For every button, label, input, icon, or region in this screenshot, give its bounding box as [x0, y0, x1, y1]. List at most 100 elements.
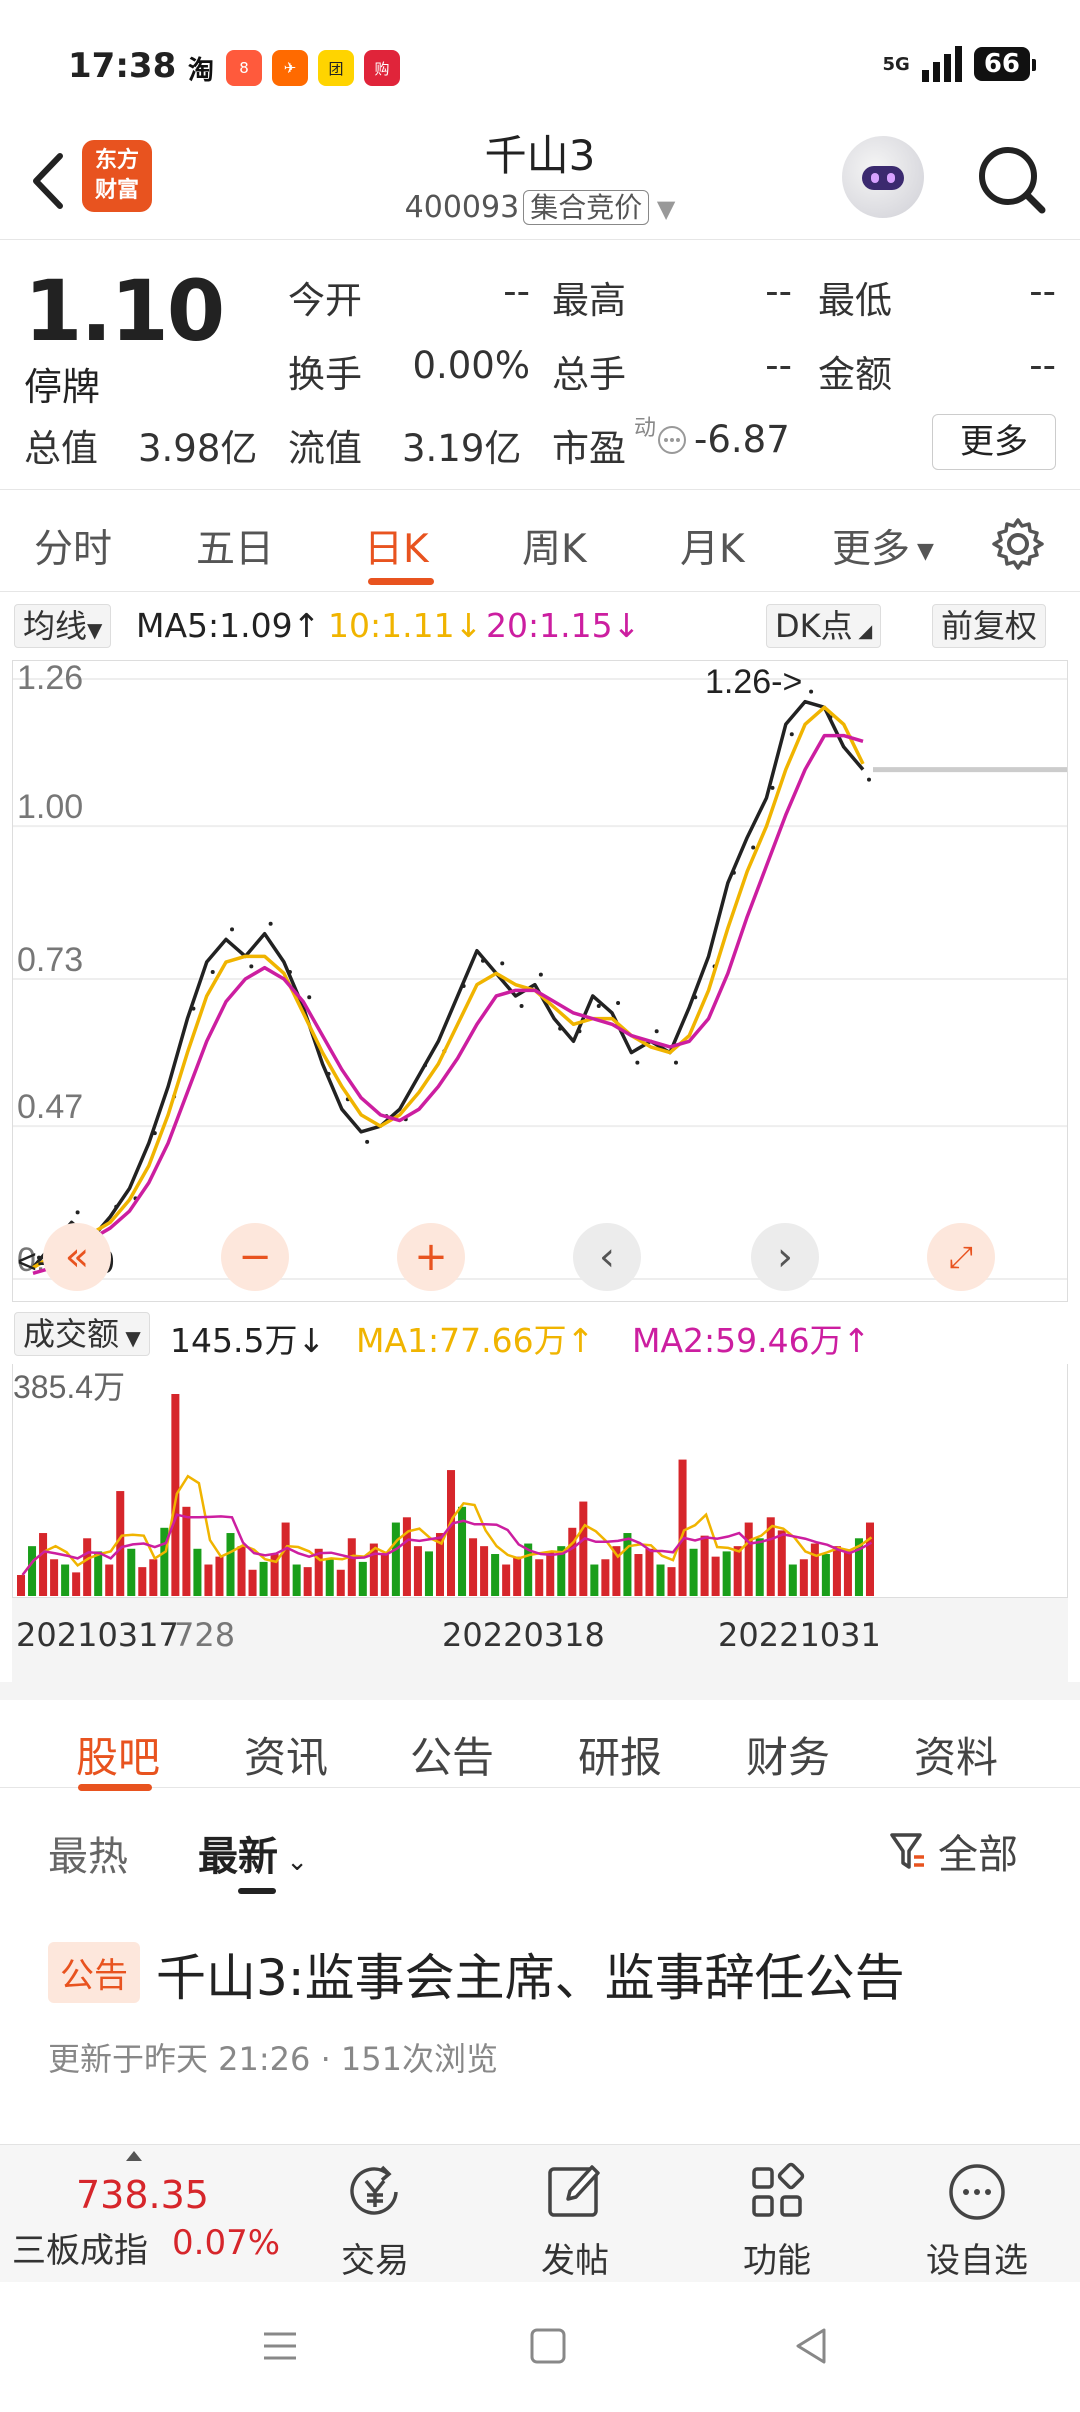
- amount-label: 金额: [818, 353, 892, 396]
- nav-post-label: 发帖: [541, 2241, 609, 2281]
- volume-bar: [700, 1535, 709, 1596]
- volume-bar: [237, 1546, 246, 1596]
- tab-announcement[interactable]: 公告: [410, 1724, 494, 1785]
- fullscreen-icon[interactable]: ⤢: [927, 1223, 995, 1291]
- sort-bar: 最热 最新 ⌄ 全部: [0, 1788, 1080, 1898]
- price-dot: [654, 1029, 659, 1034]
- volume-bar: [380, 1554, 389, 1596]
- tab-weekly-k[interactable]: 周K: [522, 518, 587, 574]
- volume-bar: [358, 1561, 367, 1596]
- volume-value: --: [765, 344, 792, 387]
- sort-hot[interactable]: 最热: [48, 1824, 128, 1882]
- price-dot: [558, 1026, 563, 1031]
- price-dot: [268, 921, 273, 926]
- tab-profile[interactable]: 资料: [914, 1724, 998, 1785]
- back-triangle-icon[interactable]: [790, 2324, 834, 2368]
- tab-more[interactable]: 更多 ▼: [832, 518, 934, 574]
- price-dot: [538, 972, 543, 977]
- volume-bar: [722, 1551, 731, 1596]
- post-item[interactable]: 公告 千山3:监事会主席、监事辞任公告 更新于昨天 21:26 · 151次浏览: [0, 1930, 1080, 2150]
- tab-guba[interactable]: 股吧: [76, 1724, 160, 1785]
- trading-status: 停牌: [24, 365, 101, 409]
- volume-bar: [215, 1556, 224, 1596]
- volume-bar: [28, 1546, 37, 1596]
- post-title[interactable]: 千山3:监事会主席、监事辞任公告: [156, 1938, 905, 2010]
- nav-trade-label: 交易: [341, 2241, 409, 2281]
- bottom-nav: 738.35 三板成指 0.07% 交易 发帖 功能 设自选: [0, 2144, 1080, 2282]
- tab-intraday[interactable]: 分时: [34, 518, 112, 574]
- price-dot: [75, 1210, 80, 1215]
- dk-point-button[interactable]: DK点 ◢: [766, 604, 882, 648]
- status-right: 5G 66: [882, 46, 1037, 82]
- rewind-icon[interactable]: «: [43, 1223, 111, 1291]
- volume-bar: [689, 1548, 698, 1596]
- y-tick-label: 1.26: [17, 661, 83, 697]
- series-line-ma20: [32, 733, 864, 1276]
- nav-add-watchlist[interactable]: 设自选: [912, 2159, 1042, 2282]
- tab-finance[interactable]: 财务: [746, 1724, 830, 1785]
- sort-latest-label: 最新: [198, 1834, 278, 1880]
- price-dot: [867, 777, 871, 782]
- kline-svg[interactable]: 1.261.000.730.470.201.26-><-0.20: [13, 659, 1067, 1301]
- price-dot: [751, 845, 756, 850]
- volume-bar: [535, 1559, 544, 1596]
- volume-indicator-select[interactable]: 成交额 ▼: [14, 1312, 150, 1356]
- robot-assistant-icon[interactable]: [842, 136, 924, 218]
- zoom-out-icon[interactable]: −: [221, 1223, 289, 1291]
- tab-daily-k[interactable]: 日K: [364, 518, 429, 574]
- stock-header: 东方 财富 千山3 400093 集合竞价 ▼: [0, 120, 1080, 240]
- network-label: 5G: [882, 53, 910, 75]
- section-tabs: 股吧 资讯 公告 研报 财务 资料: [0, 1682, 1080, 1791]
- volume-bar: [678, 1459, 687, 1596]
- volume-bar: [623, 1533, 632, 1596]
- search-icon[interactable]: [976, 140, 1048, 220]
- scroll-right-icon[interactable]: ›: [751, 1223, 819, 1291]
- zoom-in-icon[interactable]: +: [397, 1223, 465, 1291]
- scroll-left-icon[interactable]: ‹: [573, 1223, 641, 1291]
- volume-bar: [744, 1522, 753, 1596]
- price-dot: [577, 1029, 582, 1034]
- volume-bar: [865, 1522, 874, 1596]
- home-icon[interactable]: [526, 2324, 570, 2368]
- price-dot: [770, 785, 775, 790]
- nav-functions[interactable]: 功能: [712, 2159, 842, 2282]
- price-dot: [809, 689, 814, 694]
- tab-news[interactable]: 资讯: [244, 1724, 328, 1785]
- volume-bar: [546, 1551, 555, 1596]
- trade-yen-icon: [350, 2165, 398, 2215]
- volume-bar: [843, 1551, 852, 1596]
- volume-bar: [127, 1548, 136, 1596]
- ma-indicator-select[interactable]: 均线▼: [14, 604, 112, 648]
- adjust-price-button[interactable]: 前复权: [932, 604, 1047, 648]
- nav-post[interactable]: 发帖: [510, 2159, 640, 2282]
- price-dot: [210, 970, 215, 975]
- info-dots-icon[interactable]: [656, 424, 688, 456]
- volume-indicator-label: 成交额: [23, 1315, 120, 1353]
- volume-chart[interactable]: 385.4万: [12, 1364, 1068, 1598]
- volume-bar: [821, 1554, 830, 1596]
- price-dot: [423, 1063, 428, 1068]
- tab-five-day[interactable]: 五日: [196, 518, 274, 574]
- volume-bar: [469, 1538, 478, 1596]
- volume-bar: [303, 1567, 312, 1596]
- notification-icons: 淘 8 ✈ 团 购: [186, 50, 400, 86]
- volume-bar: [491, 1554, 500, 1596]
- ma20-legend: 20:1.15↓: [486, 606, 641, 645]
- volume-bar: [424, 1551, 433, 1596]
- price-dot: [596, 1003, 601, 1008]
- kline-chart[interactable]: 1.261.000.730.470.201.26-><-0.20 « − + ‹…: [12, 659, 1068, 1302]
- low-value: --: [1029, 270, 1056, 313]
- sort-latest[interactable]: 最新 ⌄: [198, 1824, 308, 1882]
- tab-monthly-k[interactable]: 月K: [680, 518, 745, 574]
- filter-button[interactable]: 全部: [888, 1822, 1018, 1880]
- nav-trade[interactable]: 交易: [310, 2159, 440, 2282]
- open-value: --: [503, 270, 530, 313]
- menu-icon[interactable]: [258, 2324, 302, 2368]
- tab-research[interactable]: 研报: [578, 1724, 662, 1785]
- date-axis: 20210317 728 20220318 20221031: [12, 1598, 1068, 1682]
- more-quote-button[interactable]: 更多: [932, 414, 1056, 470]
- volume-bar: [832, 1546, 841, 1596]
- settings-gear-icon[interactable]: [990, 516, 1046, 572]
- volume-bar: [281, 1522, 290, 1596]
- status-bar: 17:38 淘 8 ✈ 团 购 5G 66: [0, 0, 1080, 120]
